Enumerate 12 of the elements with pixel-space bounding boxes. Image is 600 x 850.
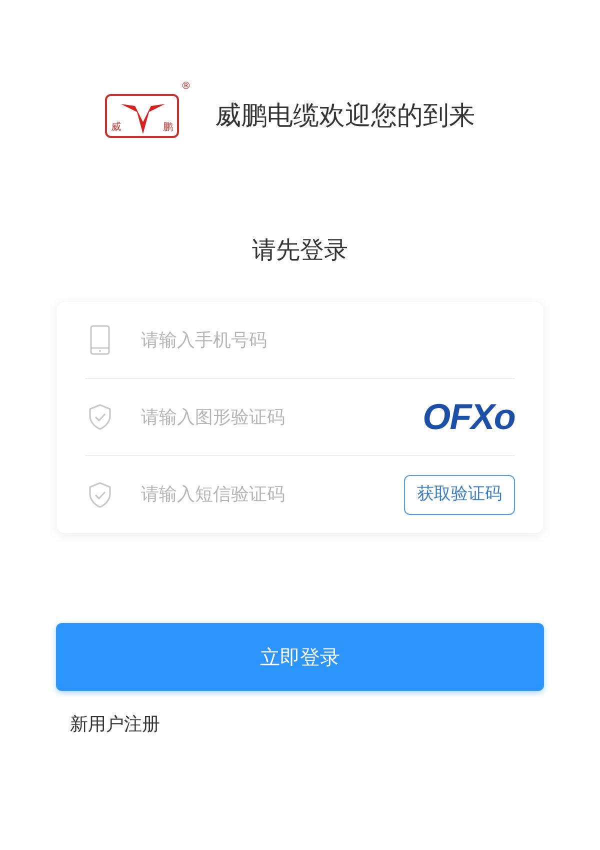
shield-check-icon	[88, 482, 112, 508]
shield-check-icon	[88, 404, 112, 430]
phone-icon	[89, 325, 111, 355]
welcome-title: 威鹏电缆欢迎您的到来	[215, 100, 475, 132]
input-field[interactable]: 请输入短信验证码	[141, 481, 404, 508]
captcha-text[interactable]: OFXo	[422, 390, 515, 444]
register-link[interactable]: 新用户注册	[70, 714, 160, 735]
login-heading: 请先登录	[252, 235, 348, 266]
input-field[interactable]: 请输入图形验证码	[141, 404, 423, 430]
get-code-button[interactable]: 获取验证码	[404, 474, 515, 514]
input-field[interactable]: 请输入手机号码	[141, 326, 515, 354]
logo: 威 鹏 ®	[105, 82, 191, 138]
